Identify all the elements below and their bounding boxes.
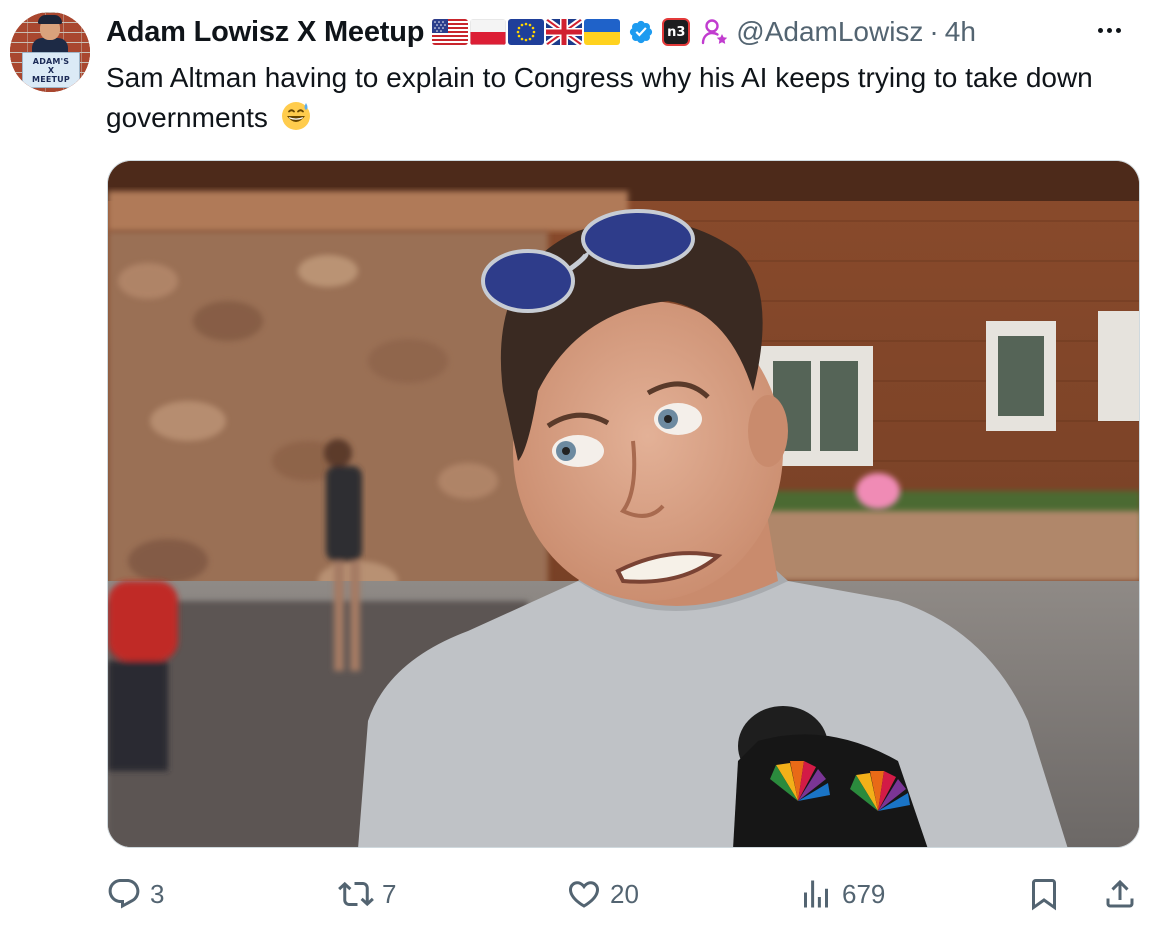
uk-flag-icon	[546, 19, 583, 45]
post-media-image[interactable]	[107, 160, 1140, 848]
eu-flag-icon	[508, 19, 545, 45]
views-icon	[804, 880, 828, 908]
views-count: 679	[842, 878, 886, 909]
avatar-sign: ADAM'S X MEETUP	[22, 52, 80, 88]
more-dot	[1106, 27, 1112, 33]
header-separator: ·	[929, 16, 939, 47]
subscriber-person-icon	[702, 19, 728, 45]
avatar-sign-line-3: MEETUP	[32, 74, 70, 84]
post-timestamp[interactable]: 4h	[945, 16, 976, 48]
post-text: Sam Altman having to explain to Congress…	[106, 58, 1136, 138]
heart-icon	[568, 881, 600, 908]
post-action-bar: 3 7 20 679	[106, 872, 1142, 916]
author-avatar[interactable]: ADAM'S X MEETUP	[10, 12, 90, 92]
avatar-sign-line-1: ADAM'S	[32, 56, 70, 66]
verified-badge-icon[interactable]	[628, 19, 654, 45]
like-button[interactable]: 20	[566, 872, 639, 916]
photo-illustration	[108, 161, 1139, 847]
us-flag-icon	[432, 19, 469, 45]
poland-flag-icon	[470, 19, 507, 45]
bookmark-icon	[1032, 879, 1056, 911]
like-count: 20	[610, 878, 639, 909]
more-icon[interactable]	[1094, 18, 1124, 42]
bookmark-button[interactable]	[1026, 872, 1062, 916]
views-button[interactable]: 679	[798, 872, 885, 916]
share-button[interactable]	[1102, 872, 1138, 916]
avatar-sign-line-2: X	[47, 65, 55, 75]
flag-emojis	[432, 19, 621, 45]
avatar-cap	[38, 15, 62, 24]
repost-count: 7	[382, 878, 397, 909]
ukraine-flag-icon	[584, 19, 621, 45]
share-icon	[1106, 879, 1134, 908]
repost-icon	[338, 881, 374, 907]
reply-icon	[108, 879, 140, 909]
post-header: Adam Lowisz X Meetup n3 @AdamLowisz · 4h	[106, 14, 1106, 50]
more-dot	[1115, 27, 1121, 33]
author-handle[interactable]: @AdamLowisz	[736, 16, 923, 48]
reply-button[interactable]: 3	[106, 872, 164, 916]
reply-count: 3	[150, 878, 165, 909]
grinning-face-with-sweat-icon	[281, 102, 310, 130]
more-dot	[1097, 27, 1103, 33]
author-name[interactable]: Adam Lowisz X Meetup	[106, 16, 424, 49]
post-text-body: Sam Altman having to explain to Congress…	[106, 62, 1093, 133]
repost-button[interactable]: 7	[338, 872, 396, 916]
affiliate-badge-icon[interactable]: n3	[662, 18, 691, 46]
